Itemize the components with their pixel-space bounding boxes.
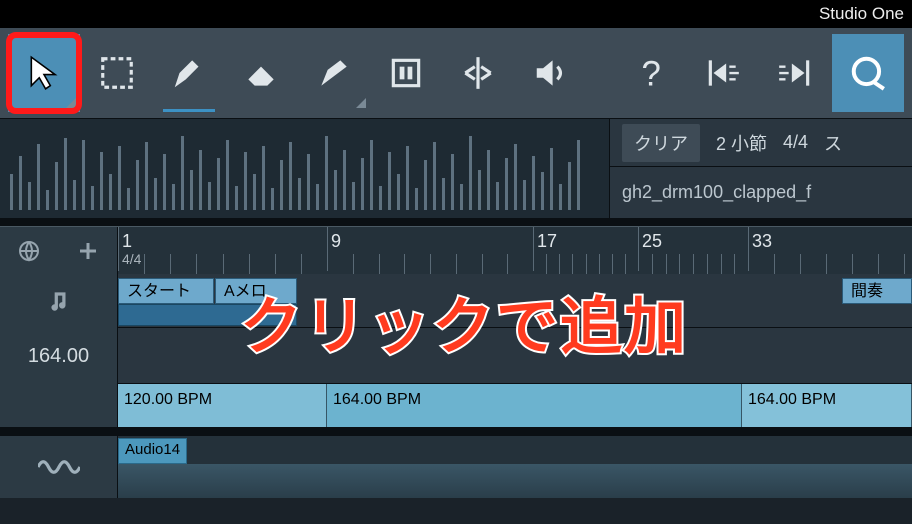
audio-waveform[interactable] <box>118 464 912 498</box>
highlight-box <box>6 32 82 114</box>
marker-start[interactable]: スタート <box>118 278 214 304</box>
quantize-icon <box>849 54 887 92</box>
tempo-display: 164.00 <box>28 345 89 368</box>
bpm-area[interactable]: 120.00 BPM 164.00 BPM 164.00 BPM <box>118 384 912 427</box>
tempo-row: 164.00 <box>0 328 912 384</box>
music-note-icon <box>46 288 72 314</box>
listen-tool-button[interactable] <box>514 34 586 112</box>
track-header-controls <box>0 227 118 274</box>
audio-clip[interactable]: Audio14 <box>118 438 187 464</box>
bpm-segment-2[interactable]: 164.00 BPM <box>327 384 742 427</box>
ruler-number: 33 <box>752 231 772 252</box>
time-ruler[interactable]: 4/4 1 9 17 25 33 <box>118 227 912 274</box>
timeline-header: 4/4 1 9 17 25 33 <box>0 226 912 274</box>
mini-waveform[interactable] <box>0 119 610 218</box>
marker-region[interactable] <box>118 304 297 326</box>
audio-track-row: Audio14 <box>0 428 912 498</box>
speaker-icon <box>532 54 570 92</box>
bpm-head <box>0 384 118 427</box>
marker-track-row: スタート Aメロ 間奏 <box>0 274 912 328</box>
mute-icon <box>387 54 425 92</box>
ruler-number: 1 <box>122 231 132 252</box>
snap-start-button[interactable] <box>687 34 759 112</box>
help-button[interactable]: ? <box>615 34 687 112</box>
extra-label[interactable]: ス <box>824 130 842 156</box>
marker-a-melody[interactable]: Aメロ <box>215 278 297 304</box>
bpm-row: 120.00 BPM 164.00 BPM 164.00 BPM <box>0 384 912 428</box>
filename-label[interactable]: gh2_drm100_clapped_f <box>622 182 811 203</box>
tempo-area[interactable] <box>118 328 912 384</box>
marker-interlude[interactable]: 間奏 <box>842 278 912 304</box>
range-select-icon <box>98 54 136 92</box>
bars-label[interactable]: 2 小節 <box>716 130 767 156</box>
audio-track-head[interactable] <box>0 436 118 498</box>
secondary-bar: クリア 2 小節 4/4 ス gh2_drm100_clapped_f <box>0 118 912 218</box>
app-title: Studio One <box>819 4 904 23</box>
question-icon: ? <box>632 54 670 92</box>
mute-tool-button[interactable] <box>370 34 442 112</box>
quantize-options-bar: クリア 2 小節 4/4 ス <box>610 119 912 167</box>
quantize-button[interactable] <box>832 34 904 112</box>
pencil-tool-button[interactable] <box>153 34 225 112</box>
waveform-icon <box>38 453 80 481</box>
plus-icon[interactable] <box>76 239 100 263</box>
ruler-sig: 4/4 <box>122 251 141 267</box>
eraser-icon <box>242 54 280 92</box>
bpm-segment-3[interactable]: 164.00 BPM <box>742 384 912 427</box>
globe-icon[interactable] <box>17 239 41 263</box>
snap-end-button[interactable] <box>759 34 831 112</box>
paint-tool-button[interactable] <box>297 34 369 112</box>
marker-area[interactable]: スタート Aメロ 間奏 <box>118 274 912 328</box>
pencil-icon <box>170 54 208 92</box>
eraser-tool-button[interactable] <box>225 34 297 112</box>
arrow-tool-button[interactable] <box>8 34 80 112</box>
main-toolbar: ? <box>0 28 912 118</box>
audio-area[interactable]: Audio14 <box>118 436 912 498</box>
range-tool-button[interactable] <box>80 34 152 112</box>
ruler-number: 25 <box>642 231 662 252</box>
paint-icon <box>315 54 353 92</box>
snap-start-icon <box>704 54 742 92</box>
snap-end-icon <box>776 54 814 92</box>
ruler-number: 17 <box>537 231 557 252</box>
title-bar: Studio One <box>0 0 912 28</box>
marker-track-head[interactable] <box>0 274 118 328</box>
split-tool-button[interactable] <box>442 34 514 112</box>
bpm-segment-1[interactable]: 120.00 BPM <box>118 384 327 427</box>
filename-bar: gh2_drm100_clapped_f <box>610 167 912 218</box>
split-icon <box>459 54 497 92</box>
timesig-label[interactable]: 4/4 <box>783 132 808 153</box>
svg-text:?: ? <box>641 55 660 92</box>
tempo-head[interactable]: 164.00 <box>0 328 118 384</box>
clear-button[interactable]: クリア <box>622 124 700 162</box>
ruler-number: 9 <box>331 231 341 252</box>
